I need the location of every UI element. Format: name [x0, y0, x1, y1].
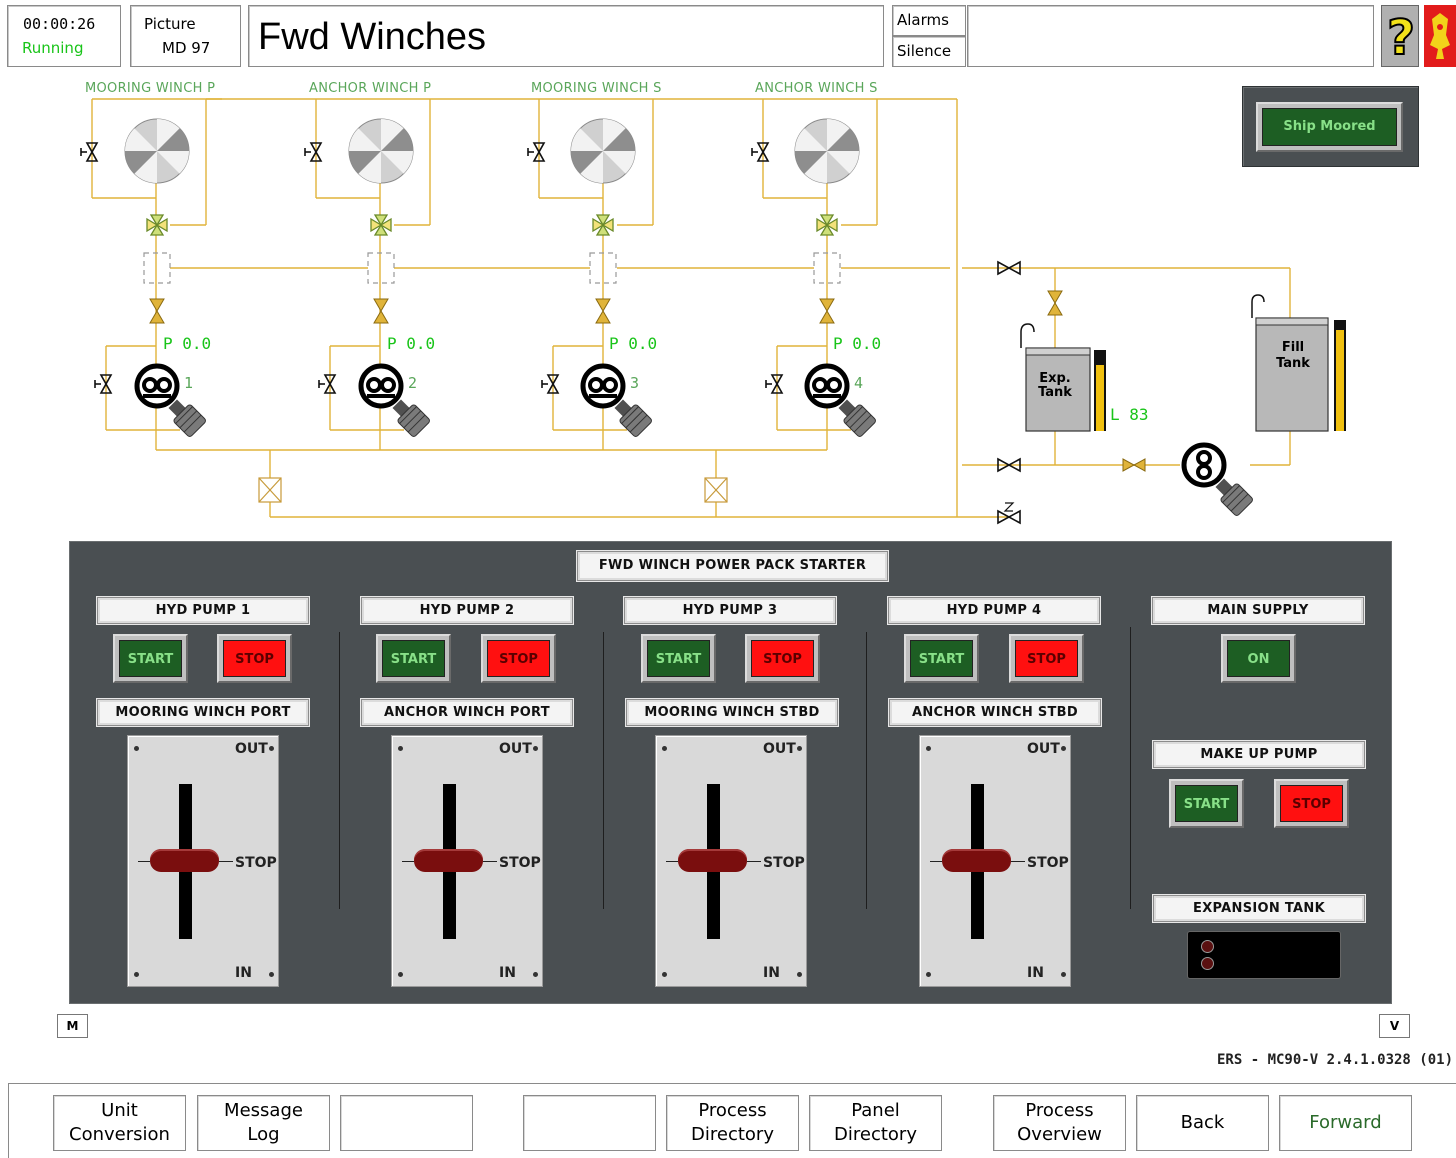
hyd-pump-4-stop-button[interactable]: STOP — [1009, 634, 1084, 683]
lever-handle[interactable] — [150, 849, 219, 872]
hyd-pump-3-stop-button[interactable]: STOP — [745, 634, 820, 683]
lever-in-label: IN — [763, 965, 780, 981]
start-label: START — [1175, 785, 1238, 822]
alarm-lamp-icon — [1201, 957, 1214, 970]
stop-label: STOP — [751, 640, 814, 677]
hyd-pump-3-label: HYD PUMP 3 — [624, 597, 836, 624]
version-text: ERS - MC90-V 2.4.1.0328 (01) — [1217, 1052, 1454, 1068]
stop-label: STOP — [223, 640, 286, 677]
mooring-winch-port-label: MOORING WINCH PORT — [97, 699, 309, 726]
mooring-winch-port-lever[interactable]: OUT STOP IN — [127, 735, 279, 987]
hyd-pump-4-start-button[interactable]: START — [904, 634, 979, 683]
blank-button-1[interactable] — [340, 1095, 473, 1151]
hyd-pump-3-start-button[interactable]: START — [641, 634, 716, 683]
hydraulic-diagram — [80, 98, 1346, 525]
make-up-pump-label: MAKE UP PUMP — [1153, 741, 1365, 768]
anchor-winch-port-label: ANCHOR WINCH PORT — [361, 699, 573, 726]
lever-stop-label: STOP — [1027, 855, 1069, 871]
hyd-pump-2-start-button[interactable]: START — [376, 634, 451, 683]
pump-number-3: 3 — [630, 374, 640, 392]
pressure-readout-4: P 0.0 — [833, 334, 882, 353]
exp-tank-level: L 83 — [1110, 405, 1149, 424]
divider — [339, 632, 340, 909]
panel-directory-button[interactable]: Panel Directory — [809, 1095, 942, 1151]
main-supply-label: MAIN SUPPLY — [1152, 597, 1364, 624]
v-button[interactable]: V — [1379, 1014, 1410, 1038]
divider — [603, 632, 604, 909]
start-label: START — [119, 640, 182, 677]
process-overview-button[interactable]: Process Overview — [993, 1095, 1126, 1151]
make-up-pump-stop-button[interactable]: STOP — [1274, 779, 1349, 828]
lever-in-label: IN — [235, 965, 252, 981]
lever-stop-label: STOP — [235, 855, 277, 871]
start-label: START — [647, 640, 710, 677]
lever-handle[interactable] — [678, 849, 747, 872]
lever-out-label: OUT — [235, 741, 268, 757]
message-log-button[interactable]: Message Log — [197, 1095, 330, 1151]
anchor-winch-stbd-lever[interactable]: OUT STOP IN — [919, 735, 1071, 987]
start-label: START — [382, 640, 445, 677]
pump-number-2: 2 — [408, 374, 418, 392]
divider — [1130, 627, 1131, 909]
anchor-winch-stbd-label: ANCHOR WINCH STBD — [889, 699, 1101, 726]
lever-stop-label: STOP — [499, 855, 541, 871]
mooring-winch-stbd-label: MOORING WINCH STBD — [626, 699, 838, 726]
lever-out-label: OUT — [1027, 741, 1060, 757]
on-label: ON — [1227, 640, 1290, 677]
stop-label: STOP — [1280, 785, 1343, 822]
start-label: START — [910, 640, 973, 677]
lever-out-label: OUT — [499, 741, 532, 757]
blank-button-2[interactable] — [523, 1095, 656, 1151]
hyd-pump-2-stop-button[interactable]: STOP — [481, 634, 556, 683]
stop-label: STOP — [487, 640, 550, 677]
lever-handle[interactable] — [414, 849, 483, 872]
pressure-readout-3: P 0.0 — [609, 334, 658, 353]
lever-in-label: IN — [1027, 965, 1044, 981]
hyd-pump-4-label: HYD PUMP 4 — [888, 597, 1100, 624]
hyd-pump-1-start-button[interactable]: START — [113, 634, 188, 683]
mooring-winch-stbd-lever[interactable]: OUT STOP IN — [655, 735, 807, 987]
exp-tank-label: Exp. Tank — [1038, 371, 1072, 400]
lever-stop-label: STOP — [763, 855, 805, 871]
lever-out-label: OUT — [763, 741, 796, 757]
divider — [866, 632, 867, 909]
forward-button[interactable]: Forward — [1279, 1095, 1412, 1151]
pump-number-4: 4 — [854, 374, 864, 392]
stop-label: STOP — [1015, 640, 1078, 677]
ship-moored-button[interactable]: Ship Moored — [1256, 102, 1403, 152]
alarm-lamp-icon — [1201, 940, 1214, 953]
back-button[interactable]: Back — [1136, 1095, 1269, 1151]
pressure-readout-2: P 0.0 — [387, 334, 436, 353]
hyd-pump-2-label: HYD PUMP 2 — [361, 597, 573, 624]
hyd-pump-1-stop-button[interactable]: STOP — [217, 634, 292, 683]
make-up-pump-start-button[interactable]: START — [1169, 779, 1244, 828]
expansion-tank-label: EXPANSION TANK — [1153, 895, 1365, 922]
anchor-winch-port-lever[interactable]: OUT STOP IN — [391, 735, 543, 987]
fill-tank-label: Fill Tank — [1276, 340, 1310, 371]
ship-moored-label: Ship Moored — [1262, 108, 1397, 146]
process-directory-button[interactable]: Process Directory — [666, 1095, 799, 1151]
ship-moored-frame: Ship Moored — [1242, 86, 1419, 167]
main-supply-on-button[interactable]: ON — [1221, 634, 1296, 683]
unit-conversion-button[interactable]: Unit Conversion — [53, 1095, 186, 1151]
expansion-tank-alarm-display — [1187, 931, 1341, 979]
lever-handle[interactable] — [942, 849, 1011, 872]
lever-in-label: IN — [499, 965, 516, 981]
pressure-readout-1: P 0.0 — [163, 334, 212, 353]
hyd-pump-1-label: HYD PUMP 1 — [97, 597, 309, 624]
m-button[interactable]: M — [57, 1014, 88, 1038]
pump-number-1: 1 — [184, 374, 194, 392]
panel-title: FWD WINCH POWER PACK STARTER — [577, 551, 888, 581]
